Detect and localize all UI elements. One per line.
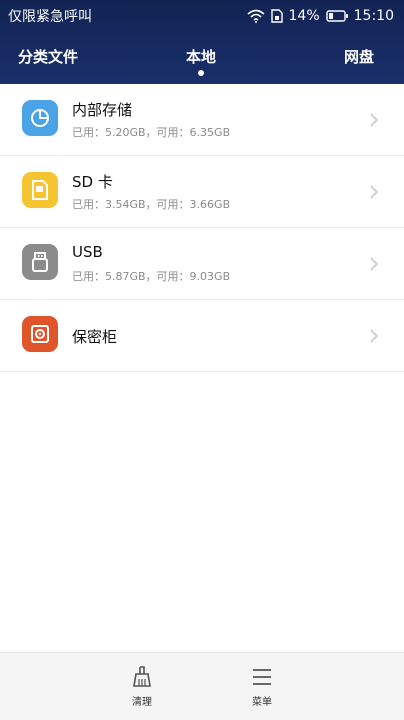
sim-card-icon [270, 9, 283, 23]
storage-item-sd-card[interactable]: SD 卡 已用：3.54GB，可用：3.66GB [0, 156, 404, 228]
chevron-right-icon [370, 257, 379, 271]
storage-item-safe-box[interactable]: 保密柜 [0, 300, 404, 372]
tab-cloud-drive[interactable]: 网盘 [344, 46, 374, 67]
pie-chart-icon [22, 100, 58, 136]
storage-title: 保密柜 [72, 328, 118, 346]
clock: 15:10 [353, 8, 394, 24]
header: 仅限紧急呼叫 14% 15:10 分类文件 本地 网盘 [0, 0, 404, 84]
wifi-icon [246, 9, 265, 23]
active-tab-indicator [198, 70, 204, 76]
battery-icon [325, 10, 348, 22]
menu-label: 菜单 [252, 697, 272, 708]
status-bar: 仅限紧急呼叫 14% 15:10 [0, 0, 404, 32]
storage-title: 内部存储 [72, 101, 133, 119]
bottom-toolbar: 清理 菜单 [0, 652, 404, 720]
clean-button[interactable]: 清理 [112, 665, 172, 708]
menu-icon [253, 669, 271, 685]
storage-item-usb[interactable]: USB 已用：5.87GB，可用：9.03GB [0, 228, 404, 300]
menu-button[interactable]: 菜单 [232, 665, 292, 708]
storage-list: 内部存储 已用：5.20GB，可用：6.35GB SD 卡 已用：3.54GB，… [0, 84, 404, 372]
storage-item-internal[interactable]: 内部存储 已用：5.20GB，可用：6.35GB [0, 84, 404, 156]
broom-icon [133, 666, 151, 687]
tab-category-files[interactable]: 分类文件 [18, 46, 78, 67]
top-tabs: 分类文件 本地 网盘 [0, 40, 404, 80]
storage-title: USB [72, 243, 103, 261]
chevron-right-icon [370, 329, 379, 343]
storage-usage: 已用：3.54GB，可用：3.66GB [72, 198, 231, 211]
carrier-text: 仅限紧急呼叫 [8, 9, 92, 25]
storage-usage: 已用：5.87GB，可用：9.03GB [72, 270, 231, 283]
safe-icon [22, 316, 58, 352]
chevron-right-icon [370, 113, 379, 127]
status-icons: 14% 15:10 [246, 8, 394, 24]
chevron-right-icon [370, 185, 379, 199]
storage-title: SD 卡 [72, 173, 113, 191]
storage-usage: 已用：5.20GB，可用：6.35GB [72, 126, 231, 139]
tab-local[interactable]: 本地 [186, 46, 216, 67]
usb-icon [22, 244, 58, 280]
clean-label: 清理 [132, 697, 152, 708]
battery-percent: 14% [288, 8, 320, 24]
sd-card-icon [22, 172, 58, 208]
